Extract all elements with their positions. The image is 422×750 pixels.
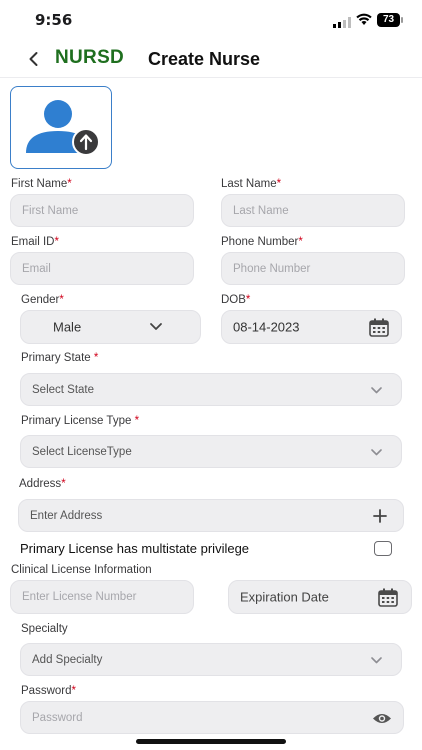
first-name-field[interactable]: First Name	[10, 194, 194, 227]
email-placeholder: Email	[22, 262, 51, 275]
email-label: Email ID*	[11, 236, 59, 248]
license-number-placeholder: Enter License Number	[22, 591, 137, 603]
chevron-down-icon	[150, 323, 162, 330]
email-field[interactable]: Email	[10, 252, 194, 285]
last-name-placeholder: Last Name	[233, 204, 289, 217]
wifi-icon	[356, 13, 372, 26]
primary-state-select[interactable]: Select State	[20, 373, 402, 406]
specialty-select[interactable]: Add Specialty	[20, 643, 402, 676]
first-name-placeholder: First Name	[22, 204, 79, 217]
chevron-left-icon	[29, 52, 38, 66]
phone-label: Phone Number*	[221, 236, 303, 248]
eye-icon[interactable]	[372, 712, 392, 725]
avatar-upload-button[interactable]	[10, 86, 112, 169]
address-field[interactable]: Enter Address	[18, 499, 404, 532]
phone-placeholder: Phone Number	[233, 262, 311, 275]
user-upload-icon	[26, 100, 100, 156]
password-field[interactable]: Password	[20, 701, 404, 734]
expiration-date-field[interactable]: Expiration Date	[228, 580, 412, 614]
primary-state-label: Primary State *	[21, 352, 99, 364]
home-indicator[interactable]	[136, 739, 286, 744]
back-button[interactable]	[24, 49, 44, 69]
chevron-down-icon	[371, 387, 382, 394]
chevron-down-icon	[371, 449, 382, 456]
battery-level: 73	[377, 13, 400, 27]
specialty-placeholder: Add Specialty	[32, 653, 103, 666]
dob-value: 08-14-2023	[233, 319, 300, 335]
first-name-label: First Name*	[11, 178, 72, 190]
license-type-placeholder: Select LicenseType	[32, 445, 132, 458]
license-number-field[interactable]: Enter License Number	[10, 580, 194, 614]
status-time: 9:56	[35, 11, 73, 29]
last-name-label: Last Name*	[221, 178, 282, 190]
password-label: Password*	[21, 685, 76, 697]
header-divider	[0, 77, 422, 78]
multistate-checkbox[interactable]	[374, 541, 392, 556]
last-name-field[interactable]: Last Name	[221, 194, 405, 227]
primary-state-placeholder: Select State	[32, 383, 95, 396]
brand-logo: NURSD	[55, 47, 125, 68]
signal-icon	[333, 15, 351, 28]
plus-icon[interactable]	[373, 509, 387, 523]
gender-select[interactable]: Male	[20, 310, 201, 344]
address-placeholder: Enter Address	[30, 509, 103, 522]
address-label: Address*	[19, 478, 66, 490]
calendar-icon[interactable]	[378, 588, 398, 607]
gender-label: Gender*	[21, 294, 64, 306]
dob-label: DOB*	[221, 294, 251, 306]
chevron-down-icon	[371, 657, 382, 664]
gender-value: Male	[53, 319, 82, 335]
password-placeholder: Password	[32, 711, 83, 724]
expiration-date-placeholder: Expiration Date	[240, 589, 329, 605]
calendar-icon[interactable]	[369, 318, 389, 337]
clinical-license-label: Clinical License Information	[11, 564, 152, 576]
battery-icon: 73	[377, 13, 403, 27]
phone-field[interactable]: Phone Number	[221, 252, 405, 285]
specialty-label: Specialty	[21, 623, 68, 635]
license-type-label: Primary License Type *	[21, 415, 140, 427]
page-title: Create Nurse	[148, 49, 261, 69]
license-type-select[interactable]: Select LicenseType	[20, 435, 402, 468]
dob-field[interactable]: 08-14-2023	[221, 310, 402, 344]
multistate-label: Primary License has multistate privilege	[20, 541, 250, 556]
